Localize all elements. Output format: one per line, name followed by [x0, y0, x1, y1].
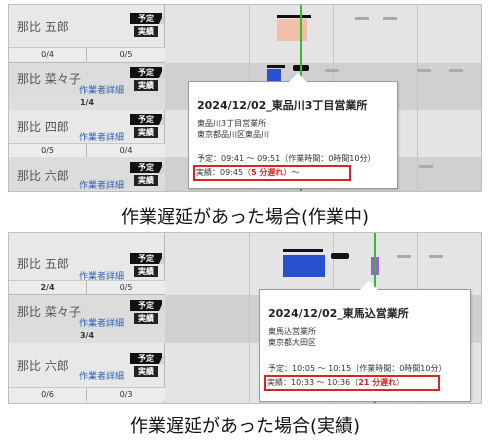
actual-badge[interactable]: 実績: [134, 366, 158, 377]
worker-name: 那比 菜々子: [17, 305, 81, 319]
actual-badge[interactable]: 実績: [134, 127, 158, 138]
schedule-panel-completed: 那比 五郎 予定 実績 作業者詳細 2/4 0/5 那比 菜々子 予定 実績 作…: [8, 232, 482, 404]
location-name: 東馬込営業所: [268, 327, 316, 336]
actual-badge[interactable]: 実績: [134, 175, 158, 186]
plan-badge[interactable]: 予定: [130, 300, 164, 311]
plan-bar[interactable]: [267, 65, 285, 68]
location-name: 東品川3丁目営業所: [197, 119, 267, 128]
actual-time-prefix: 実績：09:45（: [196, 168, 252, 177]
slot-marker: [419, 165, 433, 168]
actual-time-suffix: ）: [396, 378, 405, 387]
planned-time: 予定：10:05 ～ 10:15（作業時間：0時間10分）: [268, 364, 447, 373]
slot-marker: [449, 69, 463, 72]
task-count: 0/5: [9, 143, 87, 157]
caption-completed: 作業遅延があった場合(実績): [129, 416, 361, 437]
slot-marker: [325, 69, 339, 72]
worker-row: 那比 四郎 予定 実績 作業者詳細 0/5 0/4: [9, 110, 165, 157]
slot-marker: [355, 17, 369, 20]
worker-detail-link[interactable]: 作業者詳細: [79, 369, 124, 382]
plan-bar[interactable]: [283, 249, 323, 252]
worker-name: 那比 四郎: [17, 120, 69, 134]
timeline-row: [165, 5, 481, 63]
worker-column: 那比 五郎 予定 実績 作業者詳細 2/4 0/5 那比 菜々子 予定 実績 作…: [9, 233, 165, 403]
actual-badge[interactable]: 実績: [134, 313, 158, 324]
popup-pointer: [289, 73, 307, 82]
actual-badge[interactable]: 実績: [134, 26, 158, 37]
worker-detail-link[interactable]: 作業者詳細: [79, 316, 124, 329]
popup-pointer: [360, 281, 378, 290]
planned-time: 予定：09:41 ～ 09:51（作業時間：0時間10分）: [197, 154, 376, 163]
plan-badge[interactable]: 予定: [130, 353, 164, 364]
task-count: 0/5: [87, 47, 165, 61]
worker-row: 那比 六郎 予定 実績 作業者詳細 0/6 0/3: [9, 343, 165, 403]
plan-bar[interactable]: [277, 15, 311, 18]
grid-line: [249, 233, 250, 403]
task-count: 0/5: [87, 280, 165, 294]
plan-badge[interactable]: 予定: [130, 253, 164, 264]
plan-badge[interactable]: 予定: [130, 114, 164, 125]
actual-time-prefix: 実績：10:33 ～ 10:36（: [267, 378, 359, 387]
plan-badge[interactable]: 予定: [130, 162, 164, 173]
actual-badge[interactable]: 実績: [134, 266, 158, 277]
plan-badge[interactable]: 予定: [130, 13, 164, 24]
actual-time-highlight: 実績：09:45（5 分遅れ）～: [193, 165, 351, 181]
worker-row: 那比 菜々子 予定 実績 作業者詳細 3/4: [9, 295, 165, 343]
delay-text: 5 分遅れ: [251, 168, 284, 177]
worker-row: 那比 六郎 予定 実績 作業者詳細: [9, 157, 165, 191]
task-popup: 2024/12/02_東品川3丁目営業所 東品川3丁目営業所 東京都品川区東品川…: [188, 73, 398, 189]
plan-block[interactable]: [277, 19, 307, 41]
worker-name: 那比 五郎: [17, 257, 69, 271]
slot-marker: [397, 255, 411, 258]
plan-badge[interactable]: 予定: [130, 67, 164, 78]
task-popup: 2024/12/02_東馬込営業所 東馬込営業所 東京都大田区 予定：10:05…: [259, 281, 471, 402]
task-count: 0/4: [9, 47, 87, 61]
actual-block[interactable]: [283, 255, 325, 277]
worker-column: 那比 五郎 予定 実績 作業者詳細 0/4 0/5 那比 菜々子 予定 実績 作…: [9, 5, 165, 191]
worker-name: 那比 菜々子: [17, 72, 81, 86]
slot-marker: [383, 17, 397, 20]
actual-marker[interactable]: [331, 253, 349, 259]
worker-row: 那比 五郎 予定 実績 作業者詳細 2/4 0/5: [9, 233, 165, 295]
task-count: 1/4: [9, 96, 165, 110]
task-count: 0/6: [9, 387, 87, 401]
actual-time-suffix: ）～: [283, 168, 300, 177]
worker-detail-link[interactable]: 作業者詳細: [79, 178, 124, 191]
location-address: 東京都大田区: [268, 338, 316, 347]
worker-name: 那比 五郎: [17, 20, 69, 34]
delay-text: 21 分遅れ: [358, 378, 397, 387]
schedule-panel-in-progress: 那比 五郎 予定 実績 作業者詳細 0/4 0/5 那比 菜々子 予定 実績 作…: [8, 4, 482, 192]
worker-detail-link[interactable]: 作業者詳細: [79, 83, 124, 96]
worker-name: 那比 六郎: [17, 359, 69, 373]
grid-line: [417, 5, 418, 191]
slot-marker: [429, 255, 443, 258]
popup-title: 2024/12/02_東品川3丁目営業所: [197, 99, 368, 112]
location-address: 東京都品川区東品川: [197, 130, 269, 139]
task-count: 3/4: [9, 329, 165, 343]
popup-title: 2024/12/02_東馬込営業所: [268, 307, 409, 320]
worker-name: 那比 六郎: [17, 169, 69, 183]
worker-detail-link[interactable]: 作業者詳細: [79, 130, 124, 143]
slot-marker: [417, 69, 431, 72]
worker-row: 那比 五郎 予定 実績 作業者詳細 0/4 0/5: [9, 5, 165, 63]
task-count: 2/4: [9, 280, 87, 294]
actual-badge[interactable]: 実績: [134, 80, 158, 91]
task-count: 0/3: [87, 387, 165, 401]
worker-row: 那比 菜々子 予定 実績 作業者詳細 1/4: [9, 63, 165, 110]
actual-time-highlight: 実績：10:33 ～ 10:36（21 分遅れ）: [264, 375, 440, 391]
task-count: 0/4: [87, 143, 165, 157]
caption-in-progress: 作業遅延があった場合(作業中): [120, 207, 370, 228]
